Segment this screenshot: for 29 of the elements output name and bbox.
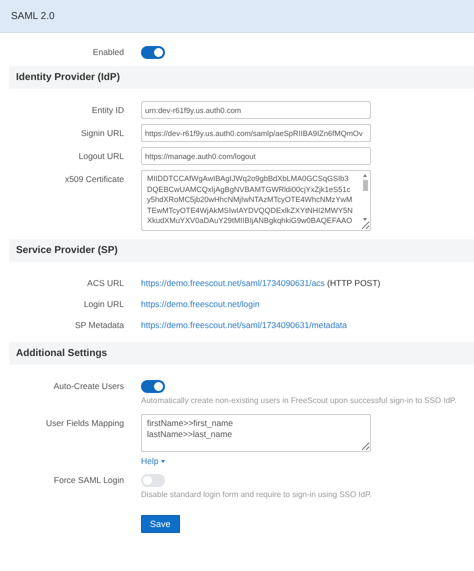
url-link[interactable]: https://demo.freescout.net/login — [141, 299, 260, 309]
field-label: ACS URL — [86, 277, 125, 290]
section-title: Identity Provider (IdP) — [16, 72, 120, 83]
section-title: Additional Settings — [16, 348, 108, 359]
field-label: Signin URL — [80, 127, 125, 140]
field-label: Entity ID — [90, 104, 125, 117]
url-link[interactable]: https://demo.freescout.net/saml/1734090631/acs — [141, 278, 325, 288]
toggle-switch[interactable] — [141, 474, 165, 487]
toggle-switch[interactable] — [141, 380, 165, 393]
field-label: Auto-Create Users — [52, 380, 125, 393]
field-label: Logout URL — [78, 150, 125, 163]
caret-icon — [161, 460, 166, 462]
help-text: Automatically create non-existing users in FreeScout upon successful sign-in to SSO IdP. — [141, 396, 457, 405]
panel-title: SAML 2.0 — [11, 10, 55, 22]
help-text: Disable standard login form and require to sign-in using SSO IdP. — [141, 490, 372, 499]
method-text: (HTTP POST) — [326, 278, 380, 288]
section-title: Service Provider (SP) — [16, 245, 118, 256]
field-label: SP Metadata — [74, 319, 125, 332]
field-label: Force SAML Login — [52, 474, 125, 487]
toggle-switch[interactable] — [141, 46, 165, 59]
scrollbar[interactable] — [362, 174, 368, 221]
text-area-field[interactable]: firstName>>first_name lastName>>last_name — [141, 414, 371, 452]
field-label: Login URL — [82, 298, 125, 311]
help-dropdown-link[interactable]: Help — [141, 456, 166, 466]
field-label: x509 Certificate — [64, 173, 125, 186]
save-button[interactable]: Save — [141, 515, 180, 533]
field-label: User Fields Mapping — [45, 417, 125, 430]
url-link[interactable]: https://demo.freescout.net/saml/1734090631/metadata — [141, 320, 348, 330]
field-label: Enabled — [92, 46, 125, 59]
